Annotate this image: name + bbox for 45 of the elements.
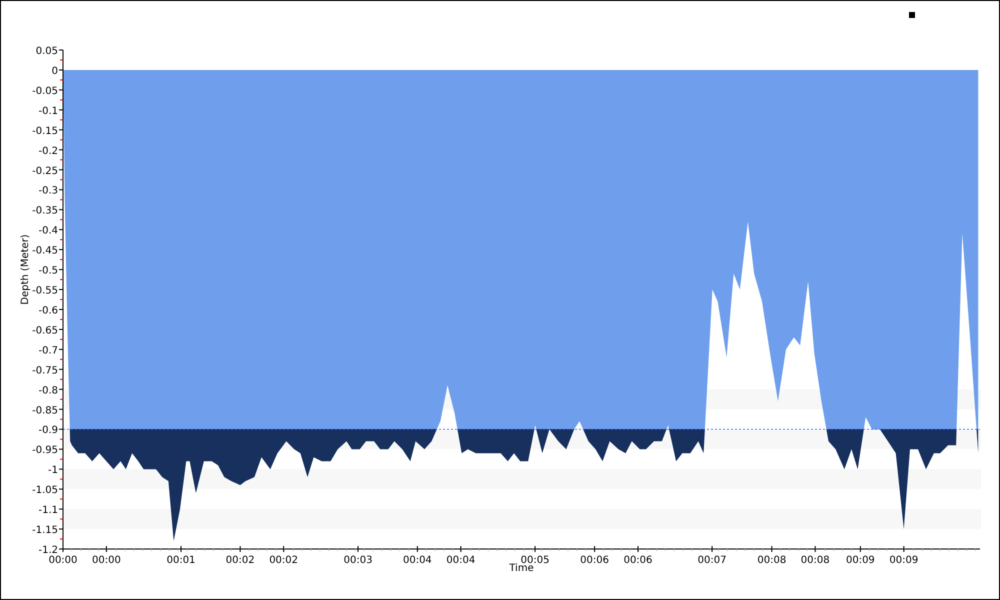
y-tick-label: -0.75 — [32, 365, 58, 376]
y-tick-label: -0.3 — [38, 186, 58, 197]
y-tick-label: -0.5 — [38, 266, 58, 277]
y-tick-label: -0.15 — [32, 126, 58, 137]
y-tick-label: -0.4 — [38, 226, 58, 237]
y-tick-label: 0.05 — [36, 46, 58, 57]
legend-marker — [909, 12, 915, 18]
y-tick-label: -0.85 — [32, 405, 58, 416]
x-tick-label: 00:08 — [757, 555, 786, 566]
y-tick-label: -0.45 — [32, 246, 58, 257]
y-tick-label: -0.1 — [38, 106, 58, 117]
x-tick-label: 00:04 — [402, 555, 432, 566]
x-axis-title: Time — [509, 563, 534, 574]
x-tick-label: 00:00 — [92, 555, 121, 566]
y-tick-label: -0.6 — [38, 305, 58, 316]
x-tick-label: 00:05 — [520, 555, 550, 566]
x-tick-label: 00:06 — [580, 555, 609, 566]
y-tick-label: -0.25 — [32, 166, 58, 177]
x-tick-label: 00:06 — [624, 555, 652, 566]
x-tick-label: 00:09 — [889, 555, 918, 566]
y-tick-label: -0.2 — [38, 146, 58, 157]
x-tick-label: 00:03 — [344, 555, 372, 566]
y-tick-label: -1.2 — [38, 545, 58, 556]
x-tick-label: 00:08 — [800, 555, 830, 566]
y-tick-label: -0.05 — [32, 86, 58, 97]
x-tick-label: 00:02 — [226, 555, 255, 566]
y-tick-label: -0.7 — [38, 345, 58, 356]
y-tick-label: -0.9 — [38, 425, 58, 436]
y-tick-label: -1.05 — [32, 485, 58, 496]
x-tick-label: 00:04 — [446, 555, 476, 566]
x-tick-label: 00:01 — [166, 555, 196, 566]
y-tick-label: -0.65 — [32, 325, 58, 336]
y-tick-label: 0 — [52, 66, 58, 77]
y-tick-label: -0.55 — [32, 286, 58, 297]
y-tick-label: -1 — [48, 465, 58, 476]
y-tick-label: -1.1 — [38, 505, 58, 516]
x-tick-label: 00:00 — [48, 555, 78, 566]
x-tick-label: 00:09 — [846, 555, 875, 566]
y-axis-title: Depth (Meter) — [20, 234, 31, 305]
y-tick-label: -0.8 — [38, 385, 58, 396]
y-tick-label: -0.95 — [32, 445, 58, 456]
x-tick-label: 00:07 — [698, 555, 726, 566]
y-tick-label: -1.15 — [32, 525, 58, 536]
x-tick-label: 00:02 — [269, 555, 298, 566]
y-tick-label: -0.35 — [32, 206, 58, 217]
